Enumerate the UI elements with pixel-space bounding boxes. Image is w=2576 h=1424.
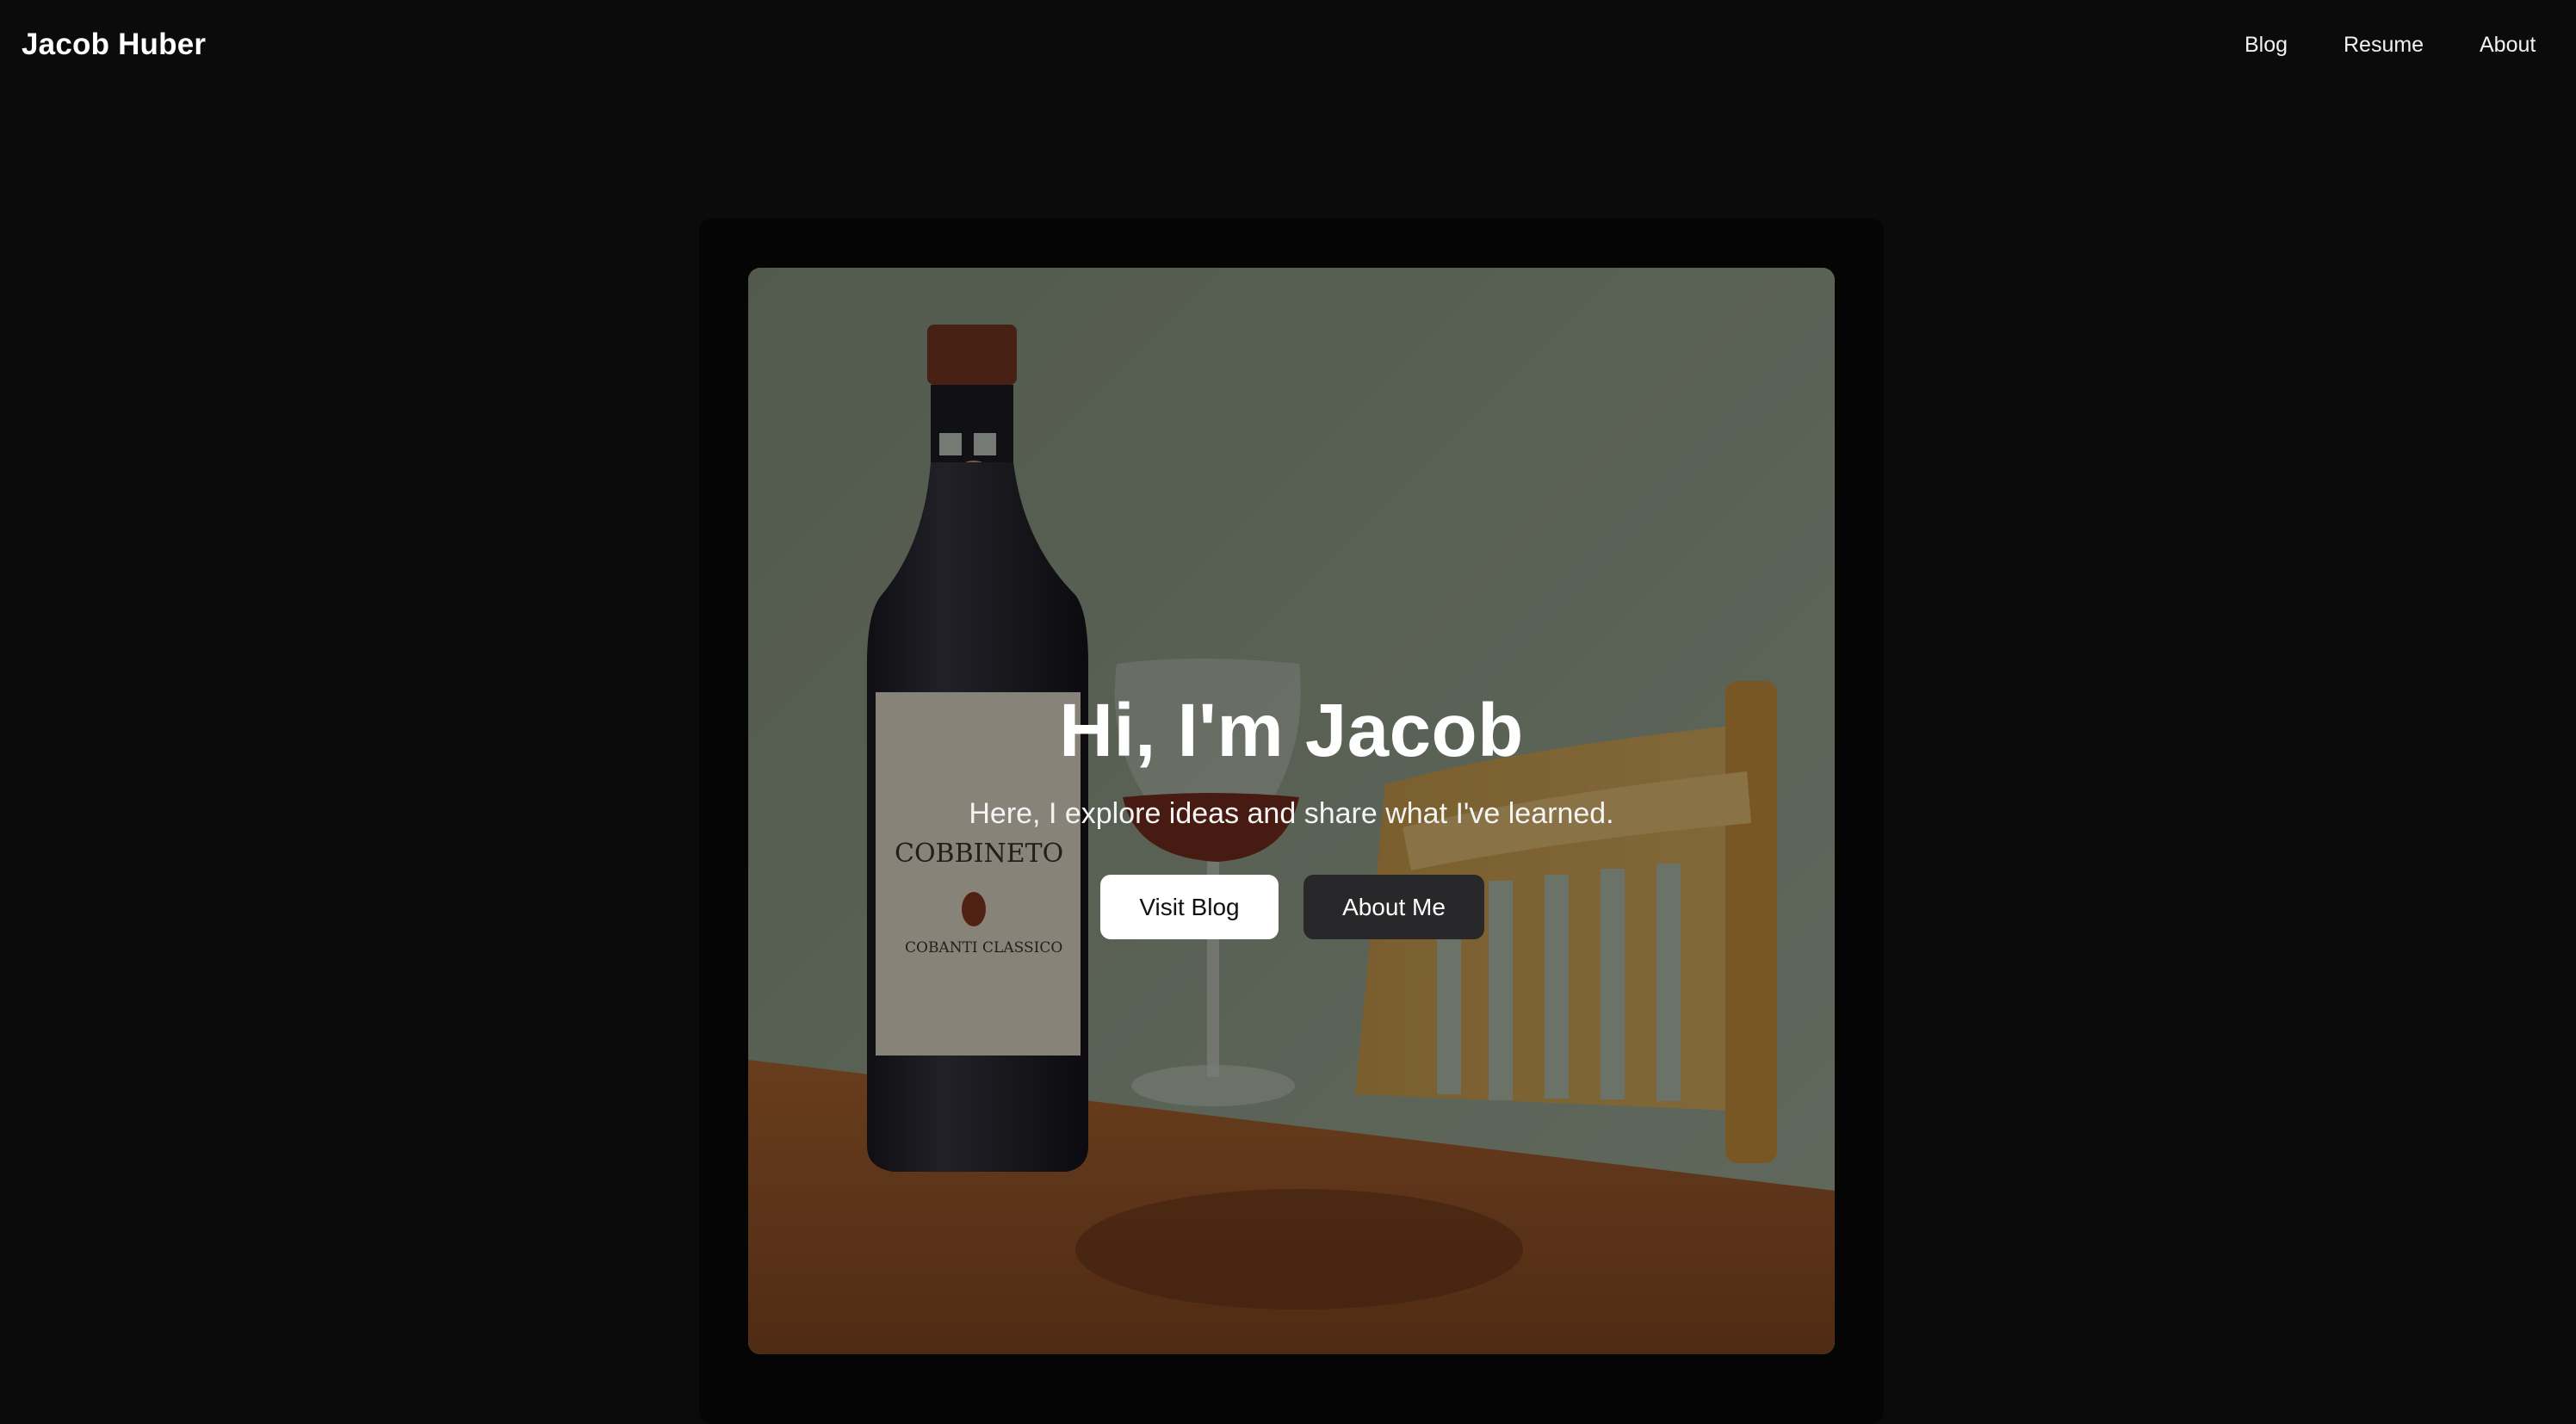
top-nav: Jacob Huber Blog Resume About: [0, 0, 2576, 95]
nav-link-about[interactable]: About: [2480, 33, 2536, 58]
site-brand[interactable]: Jacob Huber: [22, 28, 206, 62]
hero-section: COBBINETO COBANTI CLASSICO Hi, I'm Jacob…: [748, 268, 1835, 1354]
visit-blog-button[interactable]: Visit Blog: [1100, 875, 1279, 939]
hero-title: Hi, I'm Jacob: [1059, 689, 1524, 772]
nav-link-blog[interactable]: Blog: [2245, 33, 2288, 58]
nav-link-resume[interactable]: Resume: [2344, 33, 2424, 58]
hero-subtitle: Here, I explore ideas and share what I'v…: [969, 797, 1614, 830]
about-me-button[interactable]: About Me: [1303, 875, 1484, 939]
